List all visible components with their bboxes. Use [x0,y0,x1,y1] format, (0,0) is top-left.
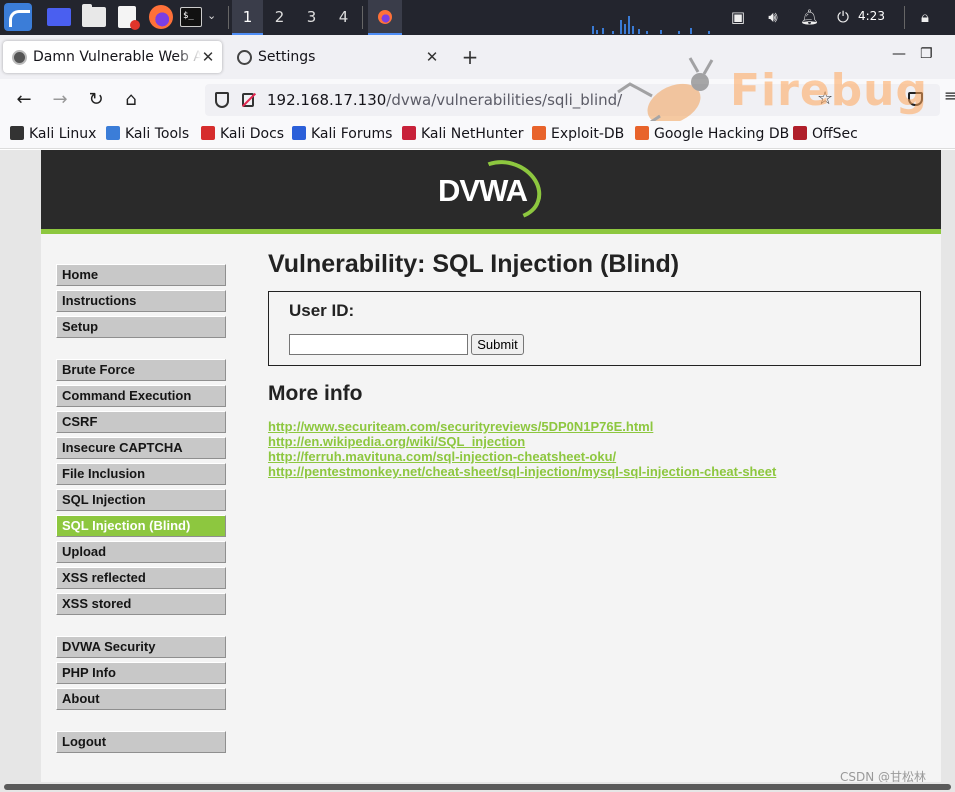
lock-icon[interactable]: 🔒︎ [916,8,934,26]
text-editor-icon[interactable] [118,6,140,30]
url-text[interactable]: 192.168.17.130/dvwa/vulnerabilities/sqli… [267,84,622,116]
menu-item-file-inclusion[interactable]: File Inclusion [56,463,226,485]
kali-docs-icon [201,126,215,140]
firefox-icon [378,10,392,24]
info-link-pentestmonkey[interactable]: http://pentestmonkey.net/cheat-sheet/sql… [268,464,776,479]
info-link-wikipedia[interactable]: http://en.wikipedia.org/wiki/SQL_injecti… [268,434,525,449]
separator [362,6,363,29]
user-id-label: User ID: [289,301,355,320]
exploit-db-icon [532,126,546,140]
scrollbar-thumb[interactable] [4,784,951,790]
notification-bell-icon[interactable]: 🔔︎ [800,8,819,26]
display-icon[interactable]: ▣ [729,8,747,26]
menu-item-command-execution[interactable]: Command Execution [56,385,226,407]
hamburger-menu-icon[interactable]: ≡ [944,86,955,105]
close-icon[interactable]: ✕ [424,41,440,73]
back-button[interactable]: ← [12,88,36,112]
menu-item-csrf[interactable]: CSRF [56,411,226,433]
bookmark-kali-forums[interactable]: Kali Forums [292,121,392,149]
menu-item-insecure-captcha[interactable]: Insecure CAPTCHA [56,437,226,459]
reload-button[interactable]: ↻ [84,88,108,112]
horizontal-scrollbar[interactable] [0,782,955,792]
tracking-shield-icon[interactable] [215,92,229,108]
dvwa-header: DVWA [41,150,941,234]
kali-forums-icon [292,126,306,140]
menu-item-dvwa-security[interactable]: DVWA Security [56,636,226,658]
menu-item-xss-reflected[interactable]: XSS reflected [56,567,226,589]
submit-button[interactable]: Submit [471,334,524,355]
dvwa-logo: DVWA [436,150,550,230]
menu-item-setup[interactable]: Setup [56,316,226,338]
menu-item-sql-injection[interactable]: SQL Injection [56,489,226,511]
desktop-icon[interactable] [47,8,71,26]
firefox-icon[interactable] [149,5,173,29]
bookmark-exploit-db[interactable]: Exploit-DB [532,121,624,149]
menu-item-home[interactable]: Home [56,264,226,286]
tab-title: Damn Vulnerable Web App (DVWA) v1.0.7 ::… [33,49,201,65]
workspace-1[interactable]: 1 [232,0,263,35]
dvwa-favicon-icon [12,50,27,65]
url-host: 192.168.17.130 [267,91,387,109]
menu-item-upload[interactable]: Upload [56,541,226,563]
user-id-input[interactable] [289,334,468,355]
menu-item-instructions[interactable]: Instructions [56,290,226,312]
power-icon[interactable]: ⏻ [834,8,852,26]
vulnerable-form-box: User ID: Submit [268,291,921,366]
url-path: /dvwa/vulnerabilities/sqli_blind/ [386,91,623,109]
dvwa-container: DVWA Home Instructions Setup Brute Force Com… [41,150,941,782]
minimize-button[interactable]: — [892,46,906,62]
kali-tools-icon [106,126,120,140]
page-viewport: DVWA Home Instructions Setup Brute Force Com… [0,150,955,782]
menu-item-logout[interactable]: Logout [56,731,226,753]
restore-button[interactable]: ❐ [920,46,933,62]
network-graph-icon [592,16,710,34]
insecure-lock-icon[interactable] [242,93,254,107]
terminal-icon[interactable]: $_ [180,7,202,27]
menu-item-xss-stored[interactable]: XSS stored [56,593,226,615]
file-manager-icon[interactable] [82,4,106,27]
kali-menu-icon[interactable] [4,3,32,31]
bookmark-google-hacking-db[interactable]: Google Hacking DB [635,121,789,149]
forward-button[interactable]: → [48,88,72,112]
separator [228,6,229,29]
new-tab-button[interactable]: + [460,41,480,73]
ghdb-icon [635,126,649,140]
workspace-2[interactable]: 2 [264,0,295,35]
page-title: Vulnerability: SQL Injection (Blind) [268,250,680,278]
separator [904,6,905,29]
offsec-icon [793,126,807,140]
firebug-watermark: Firebug [730,65,928,116]
workspace-4[interactable]: 4 [328,0,359,35]
info-link-ferruh[interactable]: http://ferruh.mavituna.com/sql-injection… [268,449,616,464]
nethunter-icon [402,126,416,140]
bookmark-offsec[interactable]: OffSec [793,121,858,149]
taskbar: $_ ⌄ 1 2 3 4 ▣ 🔊︎ 🔔︎ ⏻ 4:23 🔒︎ [0,0,955,35]
kali-dragon-icon [10,126,24,140]
menu-item-sql-injection-blind[interactable]: SQL Injection (Blind) [56,515,226,537]
close-icon[interactable]: ✕ [200,41,216,73]
gear-icon [237,50,252,65]
clock[interactable]: 4:23 [858,0,885,35]
info-link-securiteam[interactable]: http://www.securiteam.com/securityreview… [268,419,653,434]
logo-text: DVWA [438,173,528,208]
home-button[interactable]: ⌂ [119,88,143,112]
more-info-heading: More info [268,382,363,405]
bookmark-kali-docs[interactable]: Kali Docs [201,121,284,149]
tab-dvwa[interactable]: Damn Vulnerable Web App (DVWA) v1.0.7 ::… [3,41,222,73]
volume-icon[interactable]: 🔊︎ [764,8,782,26]
menu-item-brute-force[interactable]: Brute Force [56,359,226,381]
bookmark-kali-tools[interactable]: Kali Tools [106,121,189,149]
chevron-down-icon[interactable]: ⌄ [207,9,216,22]
menu-item-about[interactable]: About [56,688,226,710]
tab-title: Settings [258,49,316,65]
firefox-window-button[interactable] [368,0,402,35]
menu-item-php-info[interactable]: PHP Info [56,662,226,684]
bookmark-kali-linux[interactable]: Kali Linux [10,121,96,149]
tab-settings[interactable]: Settings ✕ [228,41,446,73]
bookmark-kali-nethunter[interactable]: Kali NetHunter [402,121,523,149]
bookmarks-toolbar: Kali Linux Kali Tools Kali Docs Kali For… [0,121,955,149]
workspace-3[interactable]: 3 [296,0,327,35]
